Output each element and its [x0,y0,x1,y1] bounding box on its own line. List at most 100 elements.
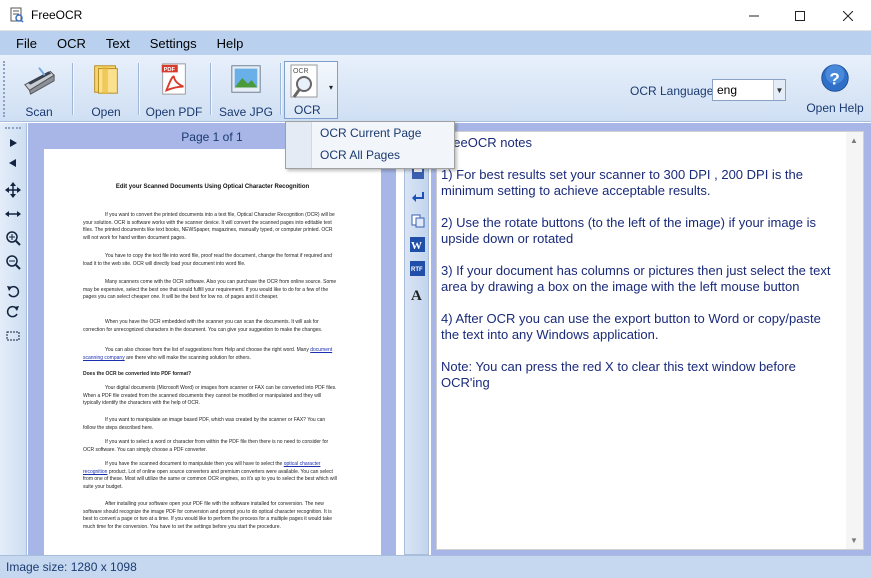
save-jpg-button[interactable]: Save JPG [218,59,274,119]
ocr-button[interactable]: OCR ▾ OCR [284,61,338,119]
export-word-button[interactable]: W [409,236,426,253]
close-icon [843,10,853,21]
image-icon [231,65,261,93]
document-paragraph: When you have the OCR embedded with the … [83,319,323,333]
rtf-icon: RTF [410,261,425,276]
word-icon: W [410,237,425,252]
ocr-text-area[interactable]: FreeOCR notes 1) For best results set yo… [436,131,864,550]
toolbar-separator [138,63,139,115]
fit-width-button[interactable] [4,205,22,223]
open-help-button[interactable]: ? Open Help [804,59,866,119]
scan-button[interactable]: Scan [12,59,66,119]
title-bar: FreeOCR [0,0,871,31]
next-page-button[interactable] [4,134,22,152]
document-paragraph: Many scanners come with the OCR software… [83,279,337,301]
copy-button[interactable] [409,212,426,229]
text-line: 1) For best results set your scanner to … [441,167,804,198]
svg-text:W: W [411,240,422,252]
chevron-down-icon[interactable]: ▼ [773,80,785,100]
rotate-left-button[interactable] [4,282,22,300]
menu-gutter [286,122,312,168]
menu-text[interactable]: Text [96,36,140,51]
previous-page-button[interactable] [4,154,22,172]
document-paragraph: You can also choose from the list of sug… [83,347,339,362]
pdf-icon: PDF [161,63,186,95]
open-pdf-button[interactable]: PDF Open PDF [144,59,204,119]
document-paragraph: Your digital documents (Microsoft Word) … [83,385,337,407]
rotate-left-icon [7,285,20,298]
svg-text:?: ? [829,70,839,89]
rotate-right-icon [6,305,19,318]
insert-text-button[interactable] [409,188,426,205]
menu-item-ocr-all-pages[interactable]: OCR All Pages [320,148,400,162]
menu-help[interactable]: Help [207,36,254,51]
document-image[interactable]: Edit your Scanned Documents Using Optica… [44,149,381,555]
zoom-out-button[interactable] [4,253,22,271]
minimize-button[interactable] [731,0,777,31]
pan-button[interactable] [4,181,22,199]
document-text: product. Lot of online open source conve… [83,468,337,490]
move-icon [5,182,21,198]
fit-width-icon [5,211,21,217]
left-toolbar [0,123,27,555]
scroll-up-icon[interactable]: ▲ [850,136,858,145]
arrow-left-icon [9,159,16,167]
toolbar: Scan Open PDF Open PDF Save JPG OCR ▾ OC… [0,55,871,122]
select-area-button[interactable] [4,327,22,345]
document-text: You can also choose from the list of sug… [105,347,309,353]
maximize-button[interactable] [777,0,823,31]
svg-text:PDF: PDF [164,67,176,73]
scanner-icon [24,67,55,95]
export-toolbar: W RTF A [404,155,429,555]
scan-label: Scan [25,105,53,119]
folder-icon [94,65,118,95]
font-icon: A [411,288,422,302]
maximize-icon [795,10,805,21]
open-label: Open [91,105,121,119]
ocr-dropdown-menu: OCR Current Page OCR All Pages [285,121,455,169]
document-text: If you have the scanned document to mani… [105,461,284,467]
save-jpg-label: Save JPG [218,105,274,119]
svg-text:OCR: OCR [293,68,309,75]
toolbar-grip[interactable] [5,127,21,129]
svg-text:RTF: RTF [411,267,423,273]
text-line: 2) Use the rotate buttons (to the left o… [441,215,817,246]
status-bar: Image size: 1280 x 1098 [0,555,871,578]
document-paragraph: If you want to convert the printed docum… [83,212,335,241]
toolbar-grip[interactable] [3,61,6,117]
menu-file[interactable]: File [6,36,47,51]
ocr-label: OCR [294,103,321,117]
close-button[interactable] [825,0,871,31]
open-help-label: Open Help [806,101,864,115]
window-title: FreeOCR [31,8,83,22]
menu-item-ocr-current-page[interactable]: OCR Current Page [320,126,421,140]
ocr-text-content[interactable]: FreeOCR notes 1) For best results set yo… [441,135,841,407]
open-button[interactable]: Open [80,59,132,119]
svg-text:A: A [411,288,422,302]
export-rtf-button[interactable]: RTF [409,260,426,277]
app-icon [10,7,24,23]
rotate-right-button[interactable] [4,302,22,320]
menu-ocr[interactable]: OCR [47,36,96,51]
toolbar-separator [72,63,73,115]
document-heading: Does the OCR be converted into PDF forma… [83,371,192,377]
document-paragraph: After installing your software open your… [83,501,333,530]
menu-settings[interactable]: Settings [140,36,207,51]
vertical-scrollbar[interactable]: ▲ ▼ [846,132,863,549]
ocr-language-label: OCR Language: [630,84,717,98]
ocr-magnifier-icon: OCR [290,64,318,98]
font-button[interactable]: A [409,286,426,303]
ocr-dropdown-arrow-icon[interactable]: ▾ [329,83,333,92]
selection-rectangle-icon [6,331,20,341]
zoom-out-icon [6,255,21,270]
document-text: are there who will make the scanning sol… [124,354,251,361]
document-paragraph: If you want to select a word or characte… [83,439,329,453]
document-paragraph: If you want to manipulate an image based… [83,417,326,431]
ocr-language-select[interactable]: eng ▼ [712,79,786,101]
document-paragraph: If you have the scanned document to mani… [83,461,339,491]
text-line: Note: You can press the red X to clear t… [441,359,796,390]
document-title: Edit your Scanned Documents Using Optica… [115,184,310,190]
zoom-in-button[interactable] [4,229,22,247]
scroll-down-icon[interactable]: ▼ [850,536,858,545]
document-paragraph: You have to copy the text file into word… [83,253,332,267]
